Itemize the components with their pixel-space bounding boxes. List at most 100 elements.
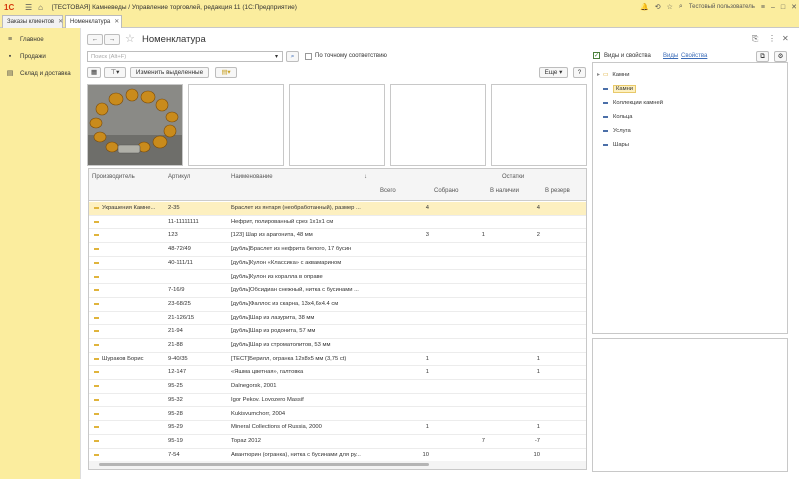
table-row[interactable]: [дубль]Кулон из коралла в оправе [89,271,586,285]
col-reserve[interactable]: В резерв [545,188,570,194]
more-label: Еще [544,69,558,76]
types-link[interactable]: Виды [663,53,678,59]
bell-icon[interactable]: 🔔 [640,3,649,11]
table-row[interactable]: 95-28 Kukisvumchorr, 2004 [89,408,586,422]
report-button[interactable]: ▤▾ [215,67,237,78]
item-marker-icon [94,412,99,415]
scrollbar-thumb[interactable] [99,463,429,466]
table-row[interactable]: 95-25 Dalnegorsk, 2001 [89,380,586,394]
search-input[interactable]: Поиск (Alt+F) [87,51,283,62]
table-row[interactable]: 95-29 Mineral Collections of Russia, 2000… [89,421,586,435]
sidebar-item-main[interactable]: ≡ Главное [6,33,44,45]
close-tab-icon[interactable]: ✕ [58,19,63,25]
star-icon[interactable]: ☆ [667,3,673,11]
item-marker-icon [94,289,99,292]
history-icon[interactable]: ⟲ [655,3,661,11]
table-row[interactable]: 7-16/9 [дубль]Обсидиан снежный, нитка с б… [89,284,586,298]
product-image[interactable] [87,84,183,166]
tree-item[interactable]: Камни [603,83,637,94]
table-row[interactable]: 23-68/25 [дубль]Фаллос из скарна, 13х4,6х… [89,298,586,312]
col-name[interactable]: Наименование [231,174,273,180]
image-view-button[interactable]: ▦ [87,67,101,78]
cell-name: [дубль]Шар из строматолитов, 53 мм [231,342,331,348]
col-stock[interactable]: Остатки [502,174,524,180]
settings-icon[interactable]: ≡ [761,4,765,11]
image-slot-4[interactable] [390,84,486,166]
types-properties-label: Виды и свойства [604,53,651,59]
more-button[interactable]: Еще ▾ [539,67,568,78]
forward-button[interactable]: → [104,34,120,45]
more-actions-icon[interactable]: ⋮ [768,34,776,43]
horizontal-scrollbar[interactable] [89,461,586,469]
menu-icon[interactable]: ☰ [25,3,32,12]
col-article[interactable]: Артикул [168,174,190,180]
col-available[interactable]: В наличии [490,188,519,194]
col-total[interactable]: Всего [380,188,396,194]
table-row[interactable]: 12-147 «Яшма цветная», галтовка 1 1 [89,366,586,381]
table-row[interactable]: 11-11111111 Нефрит, полированный срез 1х… [89,216,586,230]
table-row[interactable]: 48-72/49 [дубль]Браслет из нефрита белого… [89,243,586,257]
cell-article: 12-147 [168,369,187,376]
change-selected-button[interactable]: Изменить выделенные [130,67,209,78]
cell-total: 3 [425,232,429,239]
sort-arrow-icon[interactable]: ↓ [364,174,367,180]
search-button[interactable]: ⌕ [286,51,299,62]
cell-total: 10 [422,451,429,458]
image-slot-3[interactable] [289,84,385,166]
filter-button[interactable]: ⊤▾ [104,67,126,78]
tree-item[interactable]: Кольца [603,111,632,122]
table-row[interactable]: 95-19 Topaz 2012 7 -7 [89,435,586,449]
help-button[interactable]: ? [573,67,586,78]
help-label: ? [577,69,582,76]
col-collected[interactable]: Собрано [434,188,458,194]
tab-nomenclature[interactable]: Номенклатура ✕ [65,15,122,28]
tree-item[interactable]: Услуга [603,125,631,136]
table-row[interactable]: 21-88 [дубль]Шар из строматолитов, 53 мм [89,339,586,353]
search-icon[interactable]: ⌕ [679,3,683,11]
settings-button[interactable]: ⚙ [774,51,787,62]
tree-root-label: Камни [612,71,630,78]
close-icon[interactable]: ✕ [791,3,797,11]
properties-link[interactable]: Свойства [681,53,707,59]
cell-article: 11-11111111 [168,218,199,225]
item-marker-icon [94,357,99,360]
user-name[interactable]: Тестовый пользователь [689,4,755,10]
tree-item-label: Камни [613,84,637,93]
back-button[interactable]: ← [87,34,103,45]
close-tab-icon[interactable]: ✕ [114,19,119,25]
maximize-icon[interactable]: □ [781,4,785,11]
col-manufacturer[interactable]: Производитель [92,174,135,180]
item-marker-icon [94,275,99,278]
table-row[interactable]: 21-126/15 [дубль]Шар из лазурита, 38 мм [89,312,586,326]
search-dropdown-icon[interactable]: ▾ [272,52,281,61]
cell-available: 4 [536,205,540,211]
sidebar-item-sales[interactable]: ▪ Продажи [6,50,46,62]
table-row[interactable]: 21-94 [дубль]Шар из родонита, 57 мм [89,325,586,339]
tab-orders[interactable]: Заказы клиентов ✕ [2,15,63,28]
copy-button[interactable]: ⧉ [756,51,769,62]
item-marker-icon [94,385,99,388]
home-icon[interactable]: ⌂ [38,3,43,12]
close-form-icon[interactable]: ✕ [782,34,789,43]
cell-article: 123 [168,232,178,239]
types-properties-checkbox[interactable]: ✓ [593,52,600,59]
cell-name: Браслет из янтаря (необработанный), разм… [231,205,361,211]
tree-item[interactable]: Шары [603,139,629,150]
tree-root[interactable]: ▸ ▭ Камни [597,69,629,80]
minimize-icon[interactable]: – [771,4,775,11]
table-row[interactable]: 95-32 Igor Pekov. Lovozero Massif [89,394,586,408]
expand-icon[interactable]: ▸ [597,72,600,78]
sales-icon: ▪ [8,52,12,60]
exact-match-checkbox[interactable] [305,53,312,60]
cell-article: 21-94 [168,328,183,335]
table-row[interactable]: Украшения Камне... 2-35 Браслет из янтаря … [89,202,586,216]
table-row[interactable]: 40-111/11 [дубль]Кулон «Классика» с аквам… [89,257,586,271]
table-row[interactable]: Шураков Борис 9-40/35 [ТЕСТ]Берилл, огранк… [89,353,586,367]
table-row[interactable]: 123 [123] Шар из арагонита, 48 мм 3 1 2 [89,229,586,244]
link-icon[interactable]: ⎘ [752,34,758,44]
favorite-star-icon[interactable]: ☆ [125,32,135,45]
image-slot-5[interactable] [491,84,587,166]
tree-item[interactable]: Коллекции камней [603,97,663,108]
sidebar-item-warehouse[interactable]: ▤ Склад и доставка [6,67,71,79]
image-slot-2[interactable] [188,84,284,166]
